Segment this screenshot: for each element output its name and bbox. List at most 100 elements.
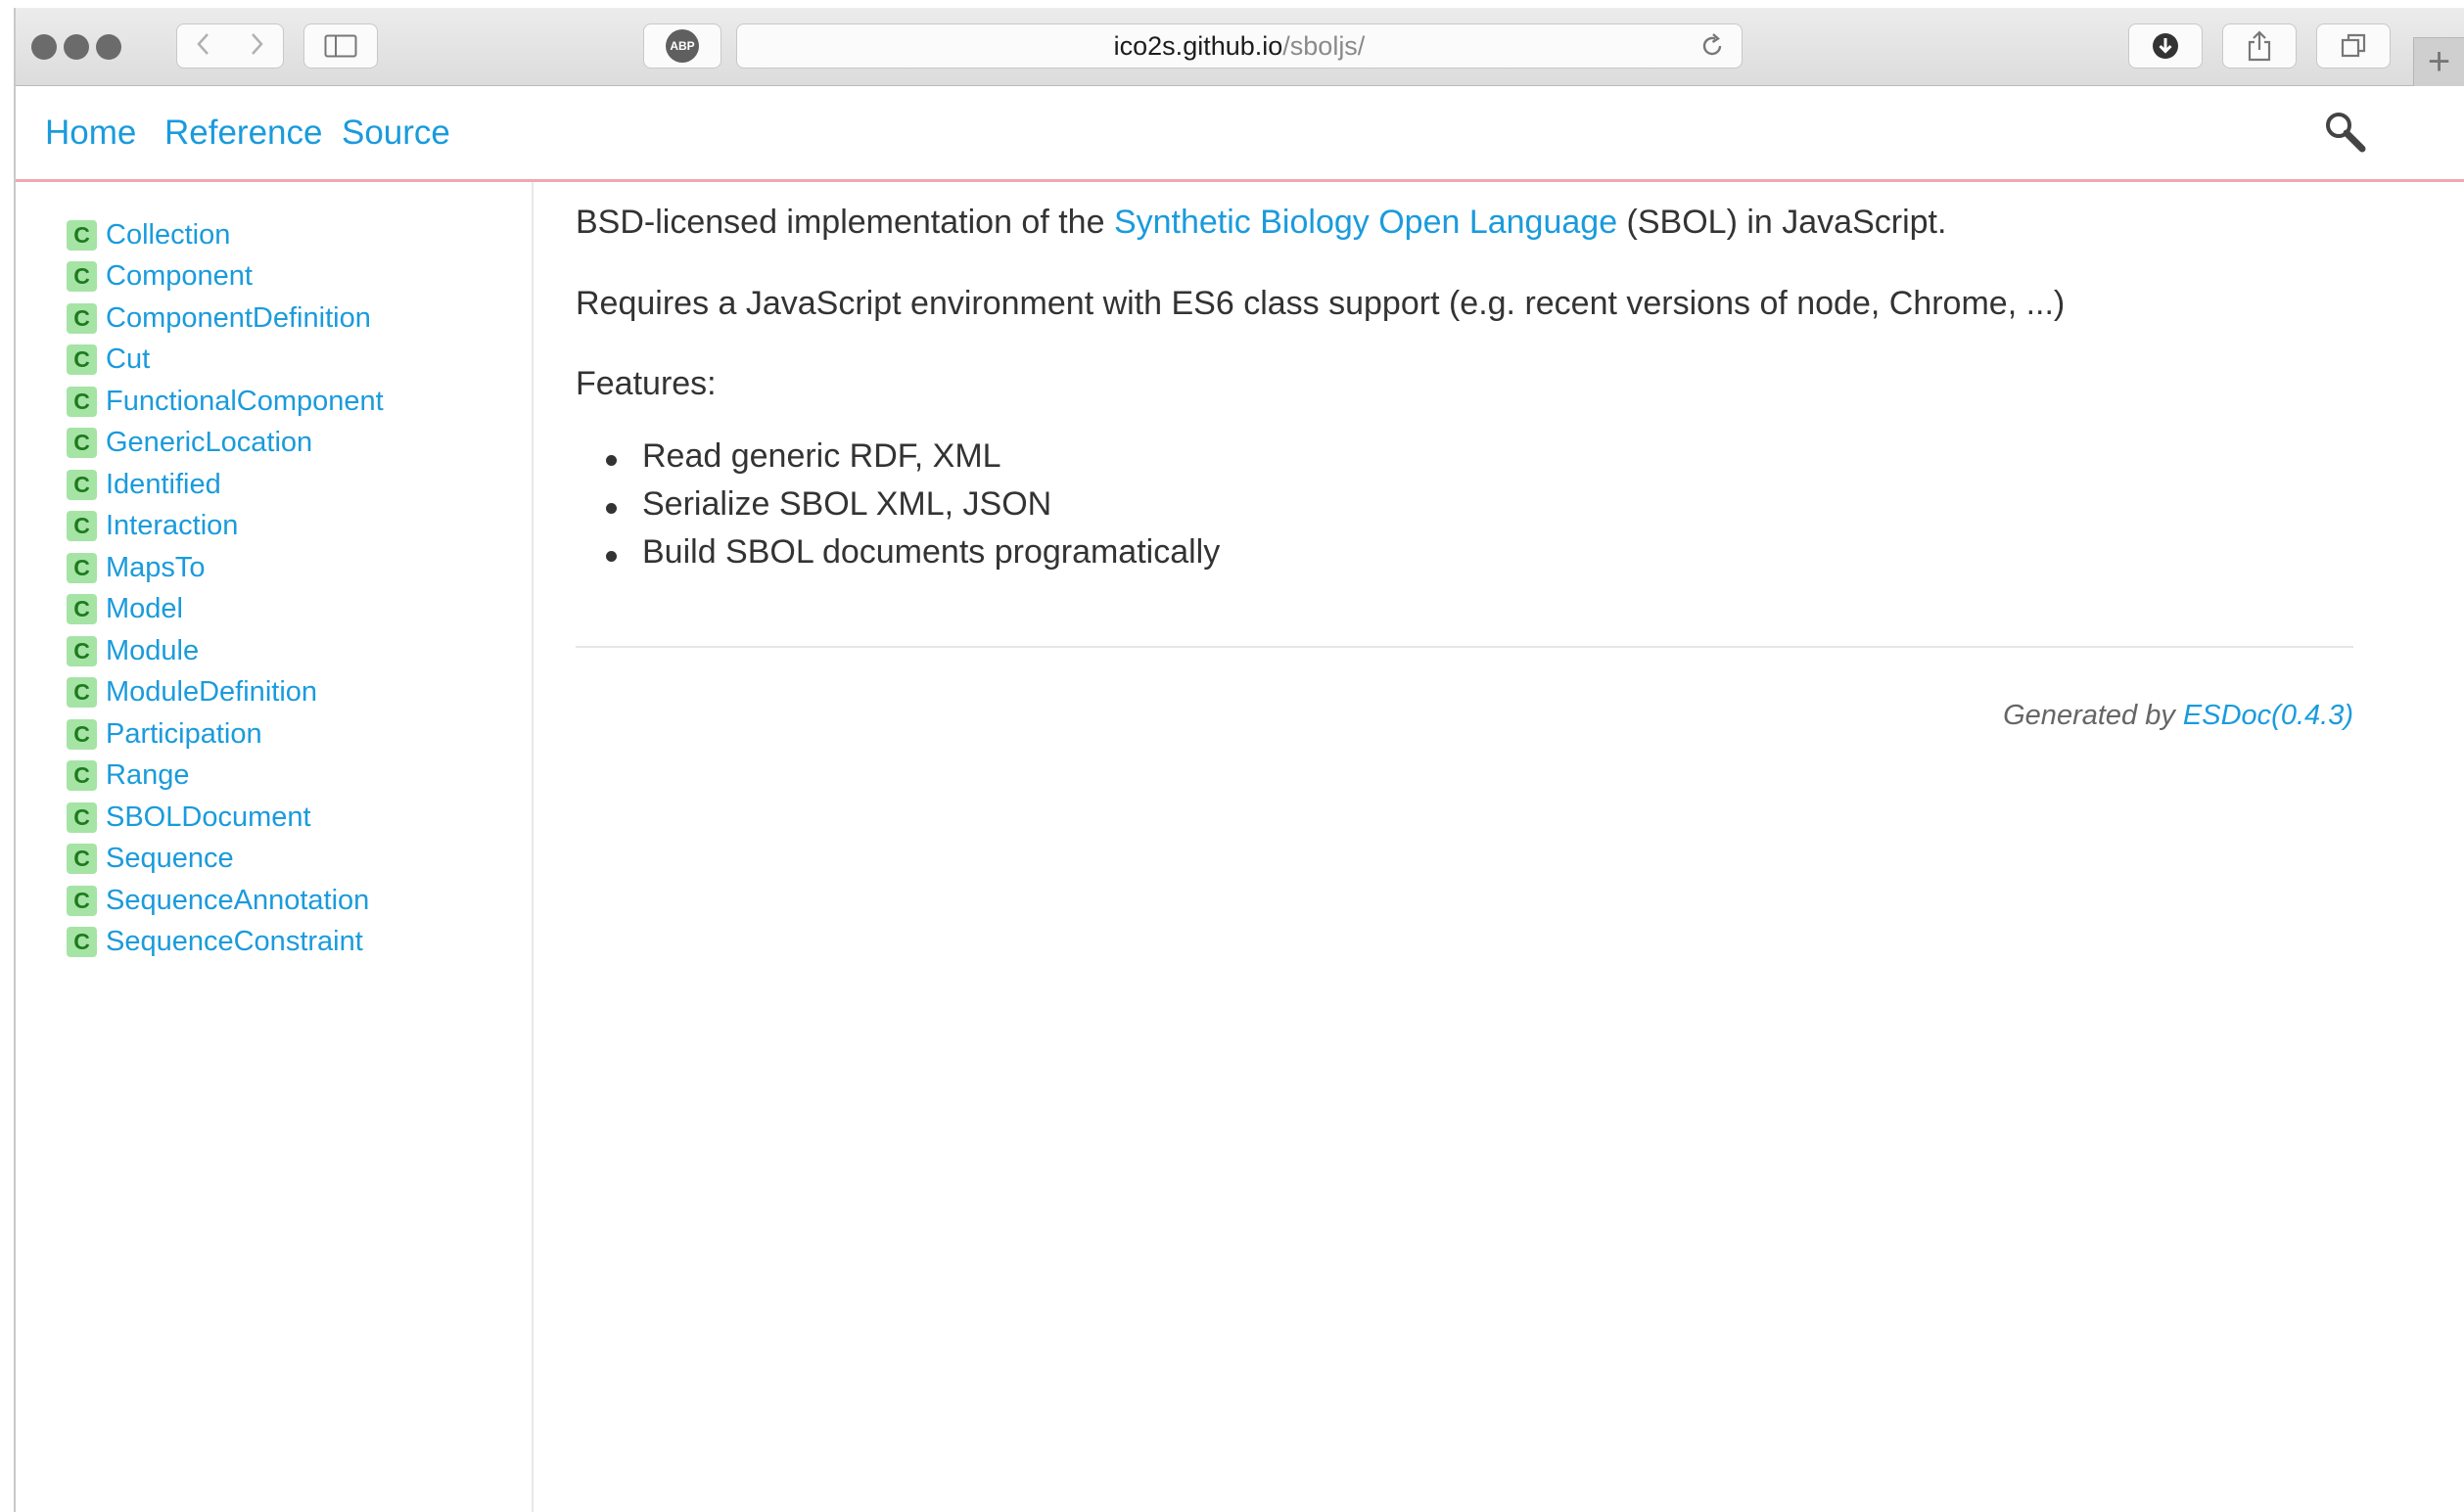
sidebar-item-link[interactable]: ComponentDefinition <box>106 302 371 335</box>
sidebar-item-range[interactable]: C Range <box>67 756 384 798</box>
back-button[interactable] <box>194 31 213 62</box>
requires-paragraph: Requires a JavaScript environment with E… <box>576 285 2066 322</box>
url-domain: ico2s.github.io <box>1113 30 1283 61</box>
class-badge-icon: C <box>67 594 97 625</box>
sidebar-item-link[interactable]: Interaction <box>106 510 238 542</box>
nav-source-link[interactable]: Source <box>342 114 450 153</box>
intro-prefix: BSD-licensed implementation of the <box>576 204 1114 241</box>
content-divider <box>576 646 2353 648</box>
download-icon <box>2153 33 2178 59</box>
search-icon[interactable] <box>2323 110 2368 155</box>
back-forward-group <box>176 23 284 69</box>
class-list: C Collection C Component C ComponentDefinitio… <box>67 214 384 963</box>
class-badge-icon: C <box>67 718 97 750</box>
sidebar-item-link[interactable]: SBOLDocument <box>106 802 311 834</box>
sidebar-item-functionalcomponent[interactable]: C FunctionalComponent <box>67 381 384 423</box>
adblock-icon: ABP <box>666 29 699 63</box>
class-badge-icon: C <box>67 511 97 542</box>
class-badge-icon: C <box>67 386 97 417</box>
tabs-icon <box>2341 33 2366 58</box>
sidebar-item-link[interactable]: MapsTo <box>106 552 206 584</box>
features-heading: Features: <box>576 365 717 402</box>
sidebar-item-link[interactable]: Participation <box>106 718 262 751</box>
sidebar-item-mapsto[interactable]: C MapsTo <box>67 547 384 589</box>
sidebar-item-moduledefinition[interactable]: C ModuleDefinition <box>67 672 384 714</box>
sidebar-item-link[interactable]: Module <box>106 635 199 667</box>
minimize-window-button[interactable] <box>64 34 89 60</box>
adblock-button[interactable]: ABP <box>643 23 721 69</box>
class-badge-icon: C <box>67 760 97 792</box>
sidebar-item-sequence[interactable]: C Sequence <box>67 839 384 881</box>
sbol-link[interactable]: Synthetic Biology Open Language <box>1114 204 1617 241</box>
chevron-right-icon <box>252 32 263 55</box>
generated-by-label: Generated by <box>2003 700 2183 731</box>
sidebar-item-link[interactable]: Model <box>106 593 183 625</box>
list-item: Read generic RDF, XML <box>576 437 1220 485</box>
intro-suffix: (SBOL) in JavaScript. <box>1617 204 1947 241</box>
sidebar-item-link[interactable]: Cut <box>106 344 150 376</box>
sidebar-item-module[interactable]: C Module <box>67 630 384 672</box>
class-badge-icon: C <box>67 219 97 251</box>
sidebar-item-link[interactable]: Sequence <box>106 843 234 875</box>
class-badge-icon: C <box>67 677 97 709</box>
share-button[interactable] <box>2222 23 2297 69</box>
intro-paragraph: BSD-licensed implementation of the Synth… <box>576 204 1946 242</box>
reload-icon[interactable] <box>1698 32 1726 60</box>
nav-reference-link[interactable]: Reference <box>164 114 322 153</box>
browser-toolbar: ABP ico2s.github.io/sboljs/ + <box>16 8 2464 86</box>
tab-overview-button[interactable] <box>2316 23 2391 69</box>
list-item: Serialize SBOL XML, JSON <box>576 485 1220 533</box>
sidebar-item-componentdefinition[interactable]: C ComponentDefinition <box>67 298 384 340</box>
sidebar-item-link[interactable]: SequenceAnnotation <box>106 885 369 917</box>
close-window-button[interactable] <box>31 34 57 60</box>
sidebar-item-sequenceconstraint[interactable]: C SequenceConstraint <box>67 922 384 964</box>
class-badge-icon: C <box>67 927 97 958</box>
list-item: Build SBOL documents programatically <box>576 533 1220 581</box>
sidebar-item-link[interactable]: SequenceConstraint <box>106 926 363 958</box>
sidebar-item-cut[interactable]: C Cut <box>67 340 384 382</box>
generated-by-footer: Generated by ESDoc(0.4.3) <box>2003 700 2353 732</box>
class-badge-icon: C <box>67 552 97 583</box>
class-badge-icon: C <box>67 261 97 293</box>
sidebar-item-link[interactable]: Range <box>106 759 189 792</box>
sidebar-toggle-button[interactable] <box>303 23 378 69</box>
share-icon <box>2248 30 2271 62</box>
class-badge-icon: C <box>67 885 97 916</box>
downloads-button[interactable] <box>2128 23 2203 69</box>
nav-home-link[interactable]: Home <box>45 114 136 153</box>
class-badge-icon: C <box>67 302 97 334</box>
class-badge-icon: C <box>67 802 97 833</box>
new-tab-button[interactable]: + <box>2413 37 2464 86</box>
class-badge-icon: C <box>67 844 97 875</box>
sidebar-item-participation[interactable]: C Participation <box>67 713 384 756</box>
sidebar-item-sboldocument[interactable]: C SBOLDocument <box>67 797 384 839</box>
sidebar-item-collection[interactable]: C Collection <box>67 214 384 256</box>
sidebar-item-component[interactable]: C Component <box>67 256 384 298</box>
url-path: /sboljs/ <box>1282 30 1366 61</box>
plus-icon: + <box>2427 40 2451 83</box>
esdoc-link[interactable]: ESDoc(0.4.3) <box>2183 700 2353 731</box>
sidebar-item-identified[interactable]: C Identified <box>67 464 384 506</box>
features-list: Read generic RDF, XML Serialize SBOL XML… <box>576 437 1220 581</box>
sidebar-item-link[interactable]: Component <box>106 260 253 293</box>
sidebar-item-link[interactable]: Collection <box>106 219 230 252</box>
sidebar-item-sequenceannotation[interactable]: C SequenceAnnotation <box>67 880 384 922</box>
sidebar-item-link[interactable]: FunctionalComponent <box>106 386 384 418</box>
sidebar-item-model[interactable]: C Model <box>67 589 384 631</box>
class-badge-icon: C <box>67 344 97 376</box>
browser-window: ABP ico2s.github.io/sboljs/ + Home Refer… <box>14 8 2464 1512</box>
sidebar-item-genericlocation[interactable]: C GenericLocation <box>67 423 384 465</box>
sidebar-item-link[interactable]: GenericLocation <box>106 427 312 459</box>
sidebar-item-link[interactable]: ModuleDefinition <box>106 676 317 709</box>
sidebar-item-link[interactable]: Identified <box>106 469 221 501</box>
sidebar-item-interaction[interactable]: C Interaction <box>67 506 384 548</box>
class-sidebar: C Collection C Component C ComponentDefinitio… <box>16 182 534 1512</box>
zoom-window-button[interactable] <box>96 34 121 60</box>
address-bar[interactable]: ico2s.github.io/sboljs/ <box>736 23 1743 69</box>
sidebar-icon <box>324 34 357 58</box>
class-badge-icon: C <box>67 469 97 500</box>
class-badge-icon: C <box>67 428 97 459</box>
chevron-left-icon <box>197 32 209 55</box>
forward-button[interactable] <box>247 31 266 62</box>
class-badge-icon: C <box>67 635 97 666</box>
